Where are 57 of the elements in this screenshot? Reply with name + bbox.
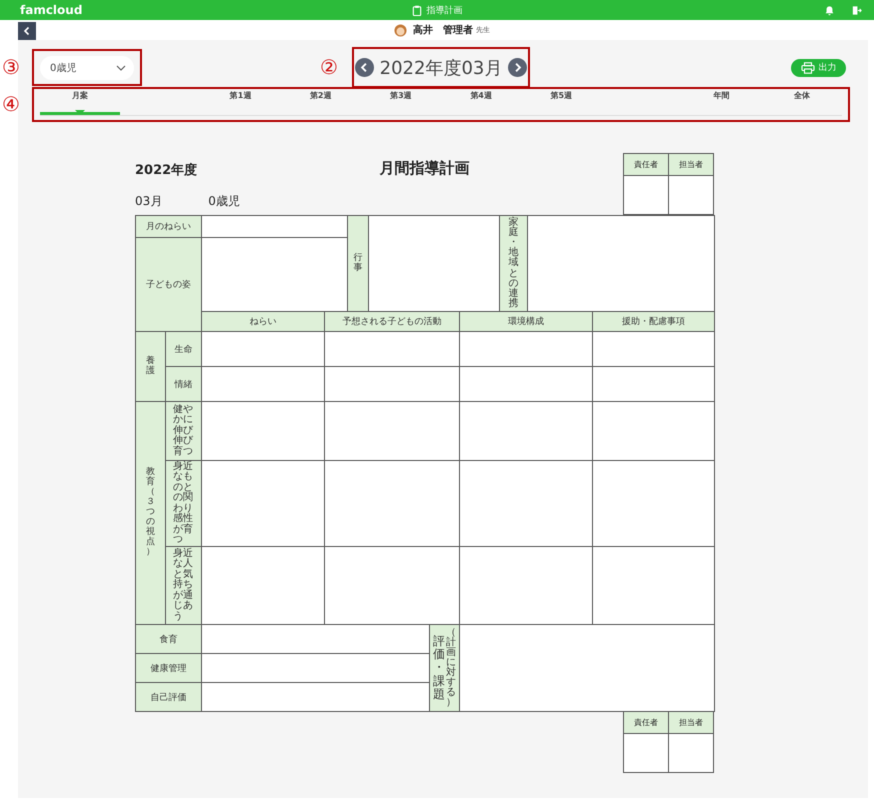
month-label: 2022年度03月: [380, 56, 502, 80]
tab[interactable]: 全体: [762, 89, 842, 115]
chevron-down-icon: [116, 64, 126, 70]
tab[interactable]: 第2週: [280, 89, 361, 115]
approval-header: 責任者: [624, 154, 668, 176]
row-label: 子どもの姿: [136, 238, 202, 332]
row-label: 食育: [136, 624, 202, 654]
column-header: 援助・配慮事項: [592, 312, 715, 332]
stamp-cell: [668, 176, 714, 214]
row-label: 情緒: [166, 366, 202, 402]
form-title: 月間指導計画: [380, 158, 470, 178]
clipboard-icon: [412, 4, 422, 16]
row-label: 身近な人と気持ちが通じあう: [166, 546, 202, 624]
label-note: （計画に対する）: [446, 628, 456, 708]
column-header: 環境構成: [460, 312, 593, 332]
row-label: 健康管理: [136, 654, 202, 682]
bell-icon[interactable]: [824, 4, 835, 16]
approval-header: 責任者: [624, 712, 668, 734]
logout-icon[interactable]: [851, 4, 862, 16]
callout-number: ③: [2, 57, 20, 77]
column-header: 予想される子どもの活動: [324, 312, 460, 332]
tab[interactable]: 第3週: [360, 89, 441, 115]
page-title: 指導計画: [426, 4, 462, 16]
tab[interactable]: 第1週: [200, 89, 281, 115]
row-label: 健やかに伸び伸び育つ: [166, 402, 202, 460]
tab[interactable]: 年間: [682, 89, 762, 115]
stamp-cell: [624, 734, 668, 772]
class-dropdown[interactable]: 0歳児: [40, 56, 134, 80]
row-label: 自己評価: [136, 682, 202, 712]
fiscal-year: 2022年度: [135, 162, 198, 179]
approval-header: 担当者: [668, 712, 714, 734]
column-header: ねらい: [202, 312, 324, 332]
approval-header: 担当者: [668, 154, 714, 176]
row-label: 月のねらい: [136, 216, 202, 238]
avatar-icon: [394, 24, 407, 36]
tab[interactable]: 第5週: [521, 89, 602, 115]
stamp-cell: [668, 734, 714, 772]
callout-number: ②: [320, 57, 338, 77]
row-label: 生命: [166, 332, 202, 366]
previous-button[interactable]: [354, 58, 374, 77]
class-text: 0歳児: [208, 193, 240, 210]
printer-icon: [800, 62, 814, 74]
back-button[interactable]: [18, 22, 36, 40]
next-button[interactable]: [508, 58, 528, 77]
stamp-cell: [624, 176, 668, 214]
row-label: 教育（３つの視点）: [136, 402, 166, 624]
month-text: 03月: [135, 193, 162, 210]
app-logo: famcloud: [20, 3, 82, 17]
chevron-left-icon: [22, 26, 32, 36]
user-name: 高井 管理者: [413, 23, 473, 37]
row-label: 身近なものとの関わり感性が育つ: [166, 460, 202, 546]
row-label: 家庭・地域との連携: [500, 216, 528, 312]
callout-number: ④: [2, 94, 20, 114]
row-label: 評価・課題: [433, 635, 445, 701]
row-label: 養護: [136, 332, 166, 402]
row-label: 行事: [348, 216, 368, 312]
tab[interactable]: 第4週: [440, 89, 522, 115]
